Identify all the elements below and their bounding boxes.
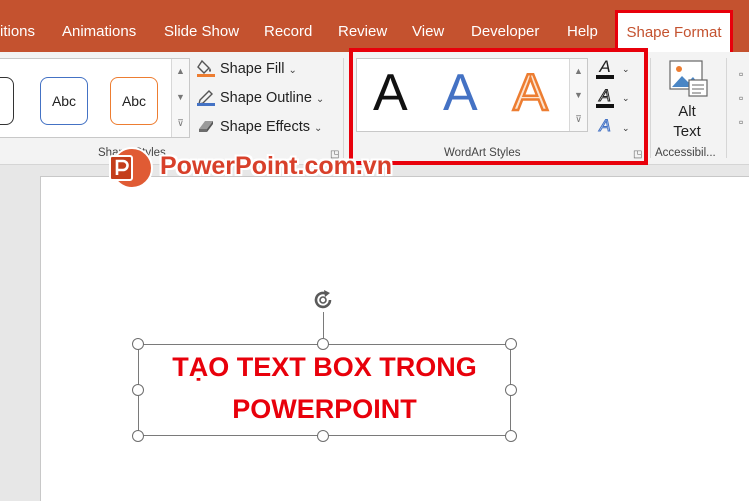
resize-handle-right[interactable] <box>505 384 517 396</box>
chevron-down-icon: ⌄ <box>288 65 297 76</box>
alt-text-label-line2: Text <box>673 123 701 140</box>
tab-slide-show[interactable]: Slide Show <box>164 0 239 52</box>
pen-outline-icon <box>197 90 215 106</box>
shape-effects-button[interactable]: Shape Effects ⌄ <box>196 116 322 138</box>
tab-animations[interactable]: Animations <box>62 0 136 52</box>
resize-handle-left[interactable] <box>132 384 144 396</box>
tab-review[interactable]: Review <box>338 0 387 52</box>
tab-transitions[interactable]: itions <box>0 0 35 52</box>
shape-styles-gallery: c Abc Abc ▲ ▼ ⊽ <box>0 58 190 138</box>
resize-handle-bottom-right[interactable] <box>505 430 517 442</box>
tab-view[interactable]: View <box>412 0 444 52</box>
shape-style-thumb[interactable]: c <box>0 77 14 125</box>
rotate-handle-icon[interactable] <box>311 288 335 312</box>
resize-handle-bottom[interactable] <box>317 430 329 442</box>
tab-help[interactable]: Help <box>567 0 598 52</box>
arrange-icons-partial[interactable]: ▫ ▫ ▫ <box>739 62 749 132</box>
watermark-text: PowerPoint.com.vn <box>160 152 392 180</box>
tab-shape-format-label: Shape Format <box>626 24 722 41</box>
resize-handle-top-right[interactable] <box>505 338 517 350</box>
chevron-down-icon: ⌄ <box>314 123 323 134</box>
shape-style-thumb[interactable]: Abc <box>110 77 158 125</box>
shape-effects-icon <box>199 121 213 132</box>
gallery-scroll: ▲ ▼ ⊽ <box>171 59 189 137</box>
shape-fill-button[interactable]: Shape Fill ⌄ <box>196 58 297 80</box>
group-label-accessibility: Accessibil... <box>655 147 716 159</box>
tab-developer[interactable]: Developer <box>471 0 539 52</box>
scroll-up-icon[interactable]: ▲ <box>172 59 189 83</box>
resize-handle-top-left[interactable] <box>132 338 144 350</box>
textbox-line: POWERPOINT <box>232 394 417 424</box>
slide-canvas[interactable] <box>40 176 749 501</box>
resize-handle-bottom-left[interactable] <box>132 430 144 442</box>
rotation-connector <box>323 312 324 338</box>
wordart-styles-highlight <box>349 48 648 165</box>
group-separator <box>726 58 727 158</box>
gallery-more-icon[interactable]: ⊽ <box>172 111 189 135</box>
shape-effects-label: Shape Effects <box>220 119 311 135</box>
group-separator <box>343 58 344 158</box>
tab-record[interactable]: Record <box>264 0 312 52</box>
alt-text-button[interactable]: Alt Text <box>660 58 714 144</box>
shape-fill-label: Shape Fill <box>220 61 285 77</box>
paint-bucket-icon <box>197 59 215 77</box>
shape-outline-label: Shape Outline <box>220 90 312 106</box>
tab-shape-format[interactable]: Shape Format <box>615 10 733 52</box>
alt-text-label-line1: Alt <box>678 103 696 120</box>
textbox-content[interactable]: TẠO TEXT BOX TRONG POWERPOINT <box>138 346 511 430</box>
shape-outline-button[interactable]: Shape Outline ⌄ <box>196 87 324 109</box>
group-separator <box>650 58 651 158</box>
shape-style-thumb[interactable]: Abc <box>40 77 88 125</box>
powerpoint-logo-icon <box>109 147 153 189</box>
ribbon-tab-bar: itions Animations Slide Show Record Revi… <box>0 0 749 52</box>
chevron-down-icon: ⌄ <box>315 94 325 105</box>
scroll-down-icon[interactable]: ▼ <box>172 85 189 109</box>
alt-text-image-icon <box>669 60 708 97</box>
resize-handle-top[interactable] <box>317 338 329 350</box>
textbox-line: TẠO TEXT BOX TRONG <box>172 352 477 382</box>
